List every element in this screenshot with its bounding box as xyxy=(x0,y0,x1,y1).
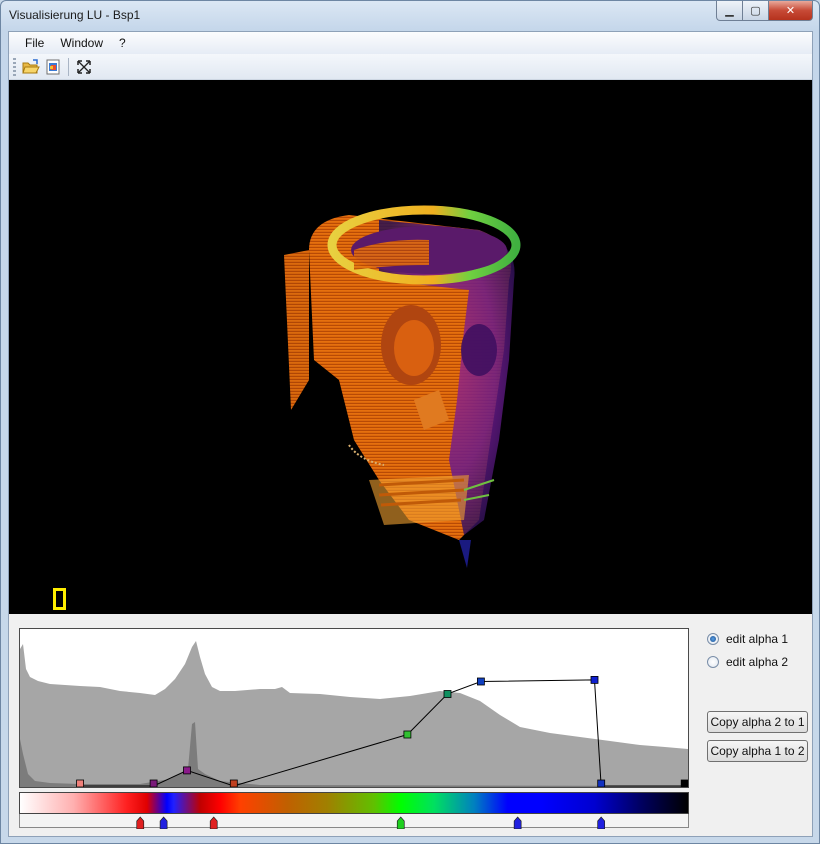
histogram-alpha-editor[interactable] xyxy=(19,628,689,788)
maximize-icon: ▢ xyxy=(750,4,761,17)
skull-render-group xyxy=(284,205,521,568)
transfer-function-panel: edit alpha 1 edit alpha 2 Copy alpha 2 t… xyxy=(9,614,812,836)
alpha-control-point[interactable] xyxy=(680,779,689,788)
alpha-control-point[interactable] xyxy=(229,779,238,788)
color-marker[interactable] xyxy=(597,816,606,830)
title-bar[interactable]: Visualisierung LU - Bsp1 ▁ ▢ ✕ xyxy=(1,1,819,31)
menu-bar: File Window ? xyxy=(9,32,812,54)
open-folder-icon xyxy=(22,58,40,73)
alpha-control-point[interactable] xyxy=(476,677,485,686)
color-marker[interactable] xyxy=(396,816,405,830)
alpha-control-point[interactable] xyxy=(403,730,412,739)
minimize-icon: ▁ xyxy=(725,4,734,17)
color-marker-bar[interactable] xyxy=(19,814,689,830)
color-marker[interactable] xyxy=(136,816,145,830)
save-image-button[interactable] xyxy=(42,56,64,78)
client-area: File Window ? edit alpha 1 edit alpha 2 … xyxy=(8,31,813,837)
orientation-marker xyxy=(53,588,66,610)
edit-alpha-1-radio[interactable] xyxy=(707,633,719,645)
menu-window[interactable]: Window xyxy=(52,34,111,52)
toolbar-grip[interactable] xyxy=(13,57,16,76)
menu-help[interactable]: ? xyxy=(111,34,134,52)
fullscreen-button[interactable] xyxy=(73,56,95,78)
color-marker[interactable] xyxy=(513,816,522,830)
alpha-control-point[interactable] xyxy=(443,690,452,698)
toolbar xyxy=(9,54,812,80)
edit-alpha-2-option[interactable]: edit alpha 2 xyxy=(707,655,788,669)
edit-alpha-2-radio[interactable] xyxy=(707,656,719,668)
edit-alpha-1-label: edit alpha 1 xyxy=(726,632,789,646)
color-marker[interactable] xyxy=(159,816,168,830)
histogram-area xyxy=(20,641,688,787)
color-gradient-bar xyxy=(19,792,689,814)
window-title: Visualisierung LU - Bsp1 xyxy=(9,8,141,22)
application-window: Visualisierung LU - Bsp1 ▁ ▢ ✕ File Wind… xyxy=(0,0,820,844)
alpha-control-point[interactable] xyxy=(183,766,191,775)
color-markers xyxy=(136,816,606,830)
minimize-button[interactable]: ▁ xyxy=(716,1,743,21)
toolbar-separator xyxy=(68,57,69,76)
alpha-control-point[interactable] xyxy=(149,779,158,788)
alpha-control-point[interactable] xyxy=(76,779,84,788)
color-marker[interactable] xyxy=(209,816,218,830)
alpha-control-point[interactable] xyxy=(590,676,599,684)
copy-alpha-1-to-2-button[interactable]: Copy alpha 1 to 2 xyxy=(707,740,808,762)
skull-volume-render xyxy=(284,205,521,568)
save-image-icon xyxy=(46,59,60,74)
menu-file[interactable]: File xyxy=(17,34,52,52)
close-button[interactable]: ✕ xyxy=(769,1,813,21)
copy-alpha-2-to-1-button[interactable]: Copy alpha 2 to 1 xyxy=(707,711,808,733)
maximize-button[interactable]: ▢ xyxy=(743,1,769,21)
fullscreen-icon xyxy=(77,59,91,74)
close-icon: ✕ xyxy=(785,4,796,17)
edit-alpha-1-option[interactable]: edit alpha 1 xyxy=(707,632,788,646)
alpha-control-point[interactable] xyxy=(597,779,606,788)
open-file-button[interactable] xyxy=(20,56,42,78)
volume-render-viewport[interactable] xyxy=(9,80,812,614)
edit-alpha-2-label: edit alpha 2 xyxy=(726,655,789,669)
caption-buttons: ▁ ▢ ✕ xyxy=(716,1,813,21)
histogram-plot xyxy=(20,641,689,788)
